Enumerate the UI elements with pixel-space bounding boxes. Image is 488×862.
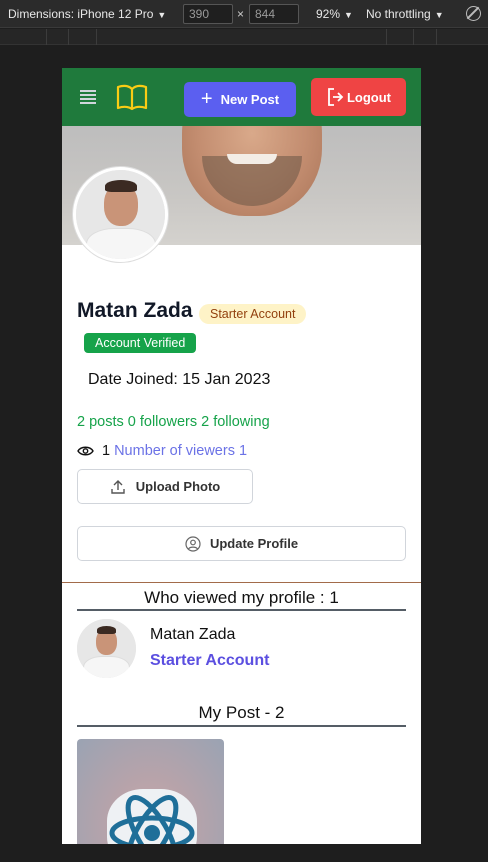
zoom-label: 92% — [316, 7, 341, 21]
account-type-badge: Starter Account — [199, 304, 307, 324]
rotate-icon[interactable] — [466, 6, 481, 21]
viewer-account-type: Starter Account — [150, 652, 270, 669]
verified-badge: Account Verified — [84, 333, 197, 353]
hamburger-menu-icon[interactable] — [80, 90, 96, 104]
book-logo-icon[interactable] — [116, 83, 148, 111]
viewer-list-item[interactable]: Matan Zada Starter Account — [77, 619, 406, 681]
upload-icon — [111, 479, 125, 494]
section-divider — [62, 582, 421, 583]
logout-label: Logout — [346, 89, 392, 105]
posts-section-title: My Post - 2 — [198, 703, 285, 722]
update-profile-label: Update Profile — [209, 536, 299, 551]
throttling-label: No throttling — [366, 7, 431, 21]
profile-name: Matan Zada — [77, 299, 193, 322]
device-dimensions-dropdown[interactable]: Dimensions: iPhone 12 Pro ▼ — [8, 7, 166, 21]
profile-avatar[interactable] — [73, 167, 168, 262]
logout-icon — [328, 88, 344, 106]
view-count: 1 — [102, 443, 111, 459]
device-height-input[interactable] — [249, 4, 299, 24]
viewer-name: Matan Zada — [150, 626, 236, 643]
new-post-button[interactable]: + New Post — [184, 82, 296, 117]
throttling-dropdown[interactable]: No throttling ▼ — [366, 7, 444, 21]
profile-stats[interactable]: 2 posts 0 followers 2 following — [77, 414, 270, 430]
update-profile-button[interactable]: Update Profile — [77, 526, 406, 561]
chevron-down-icon: ▼ — [434, 10, 444, 20]
zoom-dropdown[interactable]: 92% ▼ — [316, 7, 353, 21]
device-dimensions-label: Dimensions: iPhone 12 Pro — [8, 7, 154, 21]
plus-icon: + — [200, 87, 213, 110]
upload-photo-label: Upload Photo — [135, 479, 221, 494]
chevron-down-icon: ▼ — [344, 10, 353, 20]
device-viewport: + New Post Logout Matan Zada Starter Acc… — [62, 68, 421, 844]
viewers-link[interactable]: Number of viewers 1 — [114, 443, 247, 459]
react-logo-icon — [109, 795, 195, 844]
logout-button[interactable]: Logout — [311, 78, 406, 116]
devtools-toolbar: Dimensions: iPhone 12 Pro▼ × 92%▼ No thr… — [0, 0, 488, 28]
times-sign: × — [237, 7, 245, 21]
media-query-ruler — [0, 29, 488, 45]
chevron-down-icon: ▼ — [157, 10, 167, 20]
upload-photo-button[interactable]: Upload Photo — [77, 469, 253, 504]
user-circle-icon — [185, 535, 201, 552]
post-thumbnail[interactable] — [77, 739, 224, 844]
new-post-label: New Post — [220, 92, 280, 107]
viewers-section-title: Who viewed my profile : 1 — [144, 588, 339, 607]
viewers-section-underline — [77, 609, 406, 611]
date-joined: Date Joined: 15 Jan 2023 — [88, 371, 271, 388]
device-width-input[interactable] — [183, 4, 233, 24]
viewers-row: 1 Number of viewers 1 — [77, 443, 247, 459]
viewer-avatar — [77, 619, 136, 678]
posts-section-underline — [77, 725, 406, 727]
eye-icon — [77, 446, 94, 456]
navbar: + New Post Logout — [62, 68, 421, 126]
